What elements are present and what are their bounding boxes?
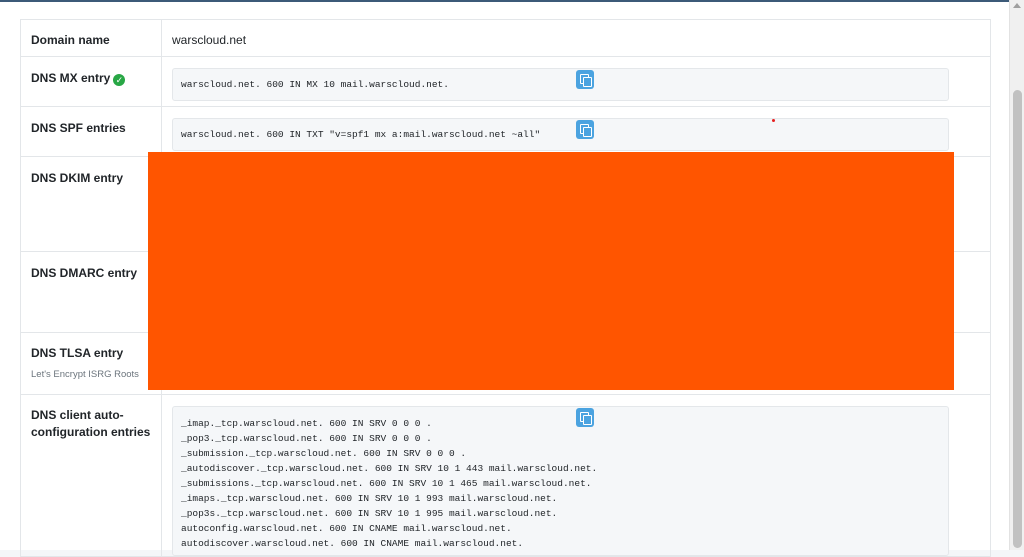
spf-label: DNS SPF entries [31, 121, 126, 135]
scrollbar-thumb[interactable] [1013, 90, 1022, 548]
redaction-overlay [148, 152, 954, 390]
scroll-up-arrow-icon[interactable] [1013, 3, 1021, 8]
autoconfig-label: DNS client auto-configuration entries [31, 408, 151, 439]
copy-autoconfig-button[interactable] [576, 408, 594, 427]
autoconfig-row: DNS client auto-configuration entries _i… [20, 394, 991, 557]
copy-spf-button[interactable] [576, 120, 594, 139]
copy-mx-button[interactable] [576, 70, 594, 89]
dmarc-label: DNS DMARC entry [31, 266, 138, 280]
mx-label: DNS MX entry [31, 71, 111, 85]
red-dot-marker [772, 119, 775, 122]
vertical-scrollbar[interactable] [1009, 0, 1024, 550]
tlsa-sublabel: Let's Encrypt ISRG Roots [31, 369, 139, 380]
domain-value: warscloud.net [172, 33, 247, 47]
mx-row: DNS MX entry ✓ warscloud.net. 600 IN MX 1… [20, 56, 991, 107]
dkim-label: DNS DKIM entry [31, 171, 124, 185]
domain-row: Domain name warscloud.net [20, 19, 991, 57]
tlsa-label: DNS TLSA entry [31, 346, 124, 360]
domain-label: Domain name [31, 33, 110, 47]
spf-row: DNS SPF entries warscloud.net. 600 IN TX… [20, 106, 991, 157]
check-circle-icon: ✓ [113, 74, 126, 86]
